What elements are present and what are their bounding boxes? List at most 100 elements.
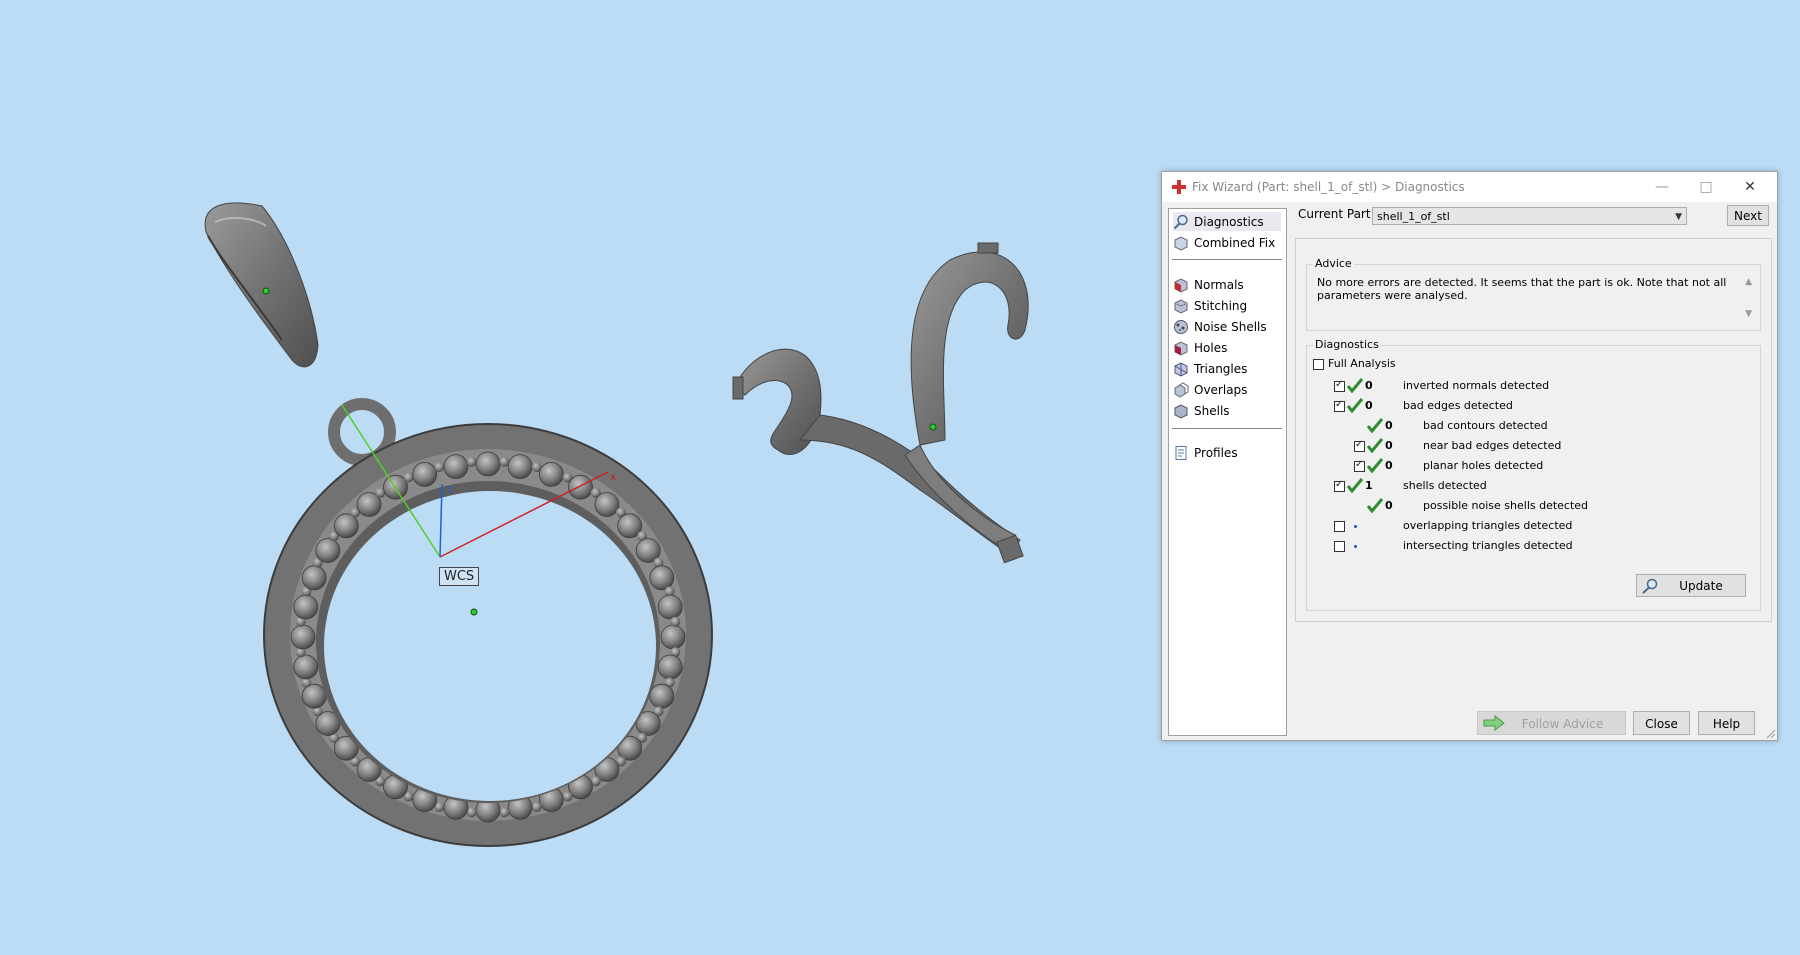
pivot-point-icon [929,423,937,431]
row-label: possible noise shells detected [1423,499,1589,512]
row-checkbox[interactable] [1334,541,1345,552]
row-checkbox[interactable] [1334,399,1345,412]
nav-separator [1172,259,1282,260]
advice-title: Advice [1313,257,1354,270]
nav-label: Diagnostics [1194,214,1264,229]
minimize-button[interactable]: — [1640,174,1684,200]
help-button[interactable]: Help [1698,711,1755,735]
ring-small-bead [403,472,414,483]
stitching-icon [1174,298,1188,314]
row-label: shells detected [1403,479,1487,492]
row-checkbox[interactable] [1334,479,1345,492]
green-check-icon [1347,398,1363,413]
scroll-up-icon[interactable]: ▲ [1745,277,1752,287]
ring-bead [443,454,469,480]
nav-item-triangles[interactable]: Triangles [1173,359,1281,378]
row-checkbox[interactable] [1334,521,1345,532]
row-count: 0 [1385,419,1393,432]
ring-bead [649,565,675,591]
ring-bead [293,594,319,620]
full-analysis-label: Full Analysis [1328,357,1396,370]
ring-small-bead [531,802,542,812]
nav-label: Overlaps [1194,382,1248,397]
nav-item-normals[interactable]: Normals [1173,275,1281,294]
diagnostics-panel: Advice No more errors are detected. It s… [1295,238,1772,622]
scroll-down-icon[interactable]: ▼ [1745,309,1752,319]
nav-item-shells[interactable]: Shells [1173,401,1281,420]
close-button[interactable]: Close [1633,711,1690,735]
nav-label: Normals [1194,277,1244,292]
chevron-down-icon: ▼ [1675,212,1682,222]
resize-grip-icon[interactable] [1766,729,1776,739]
row-count: 0 [1385,439,1393,452]
row-label: bad edges detected [1403,399,1513,412]
nav-separator [1172,428,1282,429]
next-button[interactable]: Next [1727,205,1769,226]
nav-item-noise-shells[interactable]: Noise Shells [1173,317,1281,336]
row-label: bad contours detected [1423,419,1548,432]
shells-icon [1174,403,1188,419]
nav-item-stitching[interactable]: Stitching [1173,296,1281,315]
axis-z-label: z [447,484,452,495]
nav-label: Holes [1194,340,1228,355]
row-checkbox[interactable] [1334,379,1345,392]
ring-bead [412,461,438,487]
update-label: Update [1679,579,1723,593]
ring-bead [293,654,319,680]
ring-small-bead [670,616,681,627]
overlaps-icon [1174,381,1189,398]
nav-item-profiles[interactable]: Profiles [1173,443,1281,462]
ring-bead [657,654,683,680]
row-label: inverted normals detected [1403,379,1550,392]
current-part-label: Current Part: [1298,207,1375,221]
not-run-dot-icon [1354,525,1357,528]
advice-group: Advice No more errors are detected. It s… [1306,257,1761,331]
normals-icon [1174,277,1188,293]
bail-part[interactable] [204,202,319,368]
arrow-right-icon [1483,715,1505,731]
current-part-select[interactable]: shell_1_of_stl ▼ [1372,207,1687,225]
ring-pendant-part[interactable] [263,398,713,847]
fix-wizard-dialog: Fix Wizard (Part: shell_1_of_stl) > Diag… [1161,171,1778,741]
ring-small-bead [562,791,573,802]
ring-bead [594,492,620,517]
ring-bead [660,624,686,650]
row-count: 0 [1365,379,1373,392]
update-button[interactable]: Update [1636,574,1746,597]
nav-item-holes[interactable]: Holes [1173,338,1281,357]
ring-bead [301,683,327,709]
nav-item-overlaps[interactable]: Overlaps [1173,380,1281,399]
hook-part[interactable] [732,242,1029,564]
nav-label: Shells [1194,403,1230,418]
ring-bead [315,538,341,563]
magnifier-icon [1173,214,1188,229]
ring-small-bead [466,456,477,467]
ring-bead [568,474,593,500]
close-window-button[interactable]: ✕ [1728,174,1772,200]
triangles-icon [1174,361,1188,377]
not-run-dot-icon [1354,545,1357,548]
diagnostics-title: Diagnostics [1313,338,1381,351]
nav-label: Triangles [1194,361,1248,376]
follow-advice-button[interactable]: Follow Advice [1477,711,1626,735]
noise-shells-icon [1174,319,1188,334]
nav-item-diagnostics[interactable]: Diagnostics [1173,212,1281,231]
ring-small-bead [499,807,510,818]
combined-fix-icon [1174,235,1188,251]
row-checkbox[interactable] [1354,439,1365,452]
ring-bead [657,594,683,620]
axis-x-label: x [610,472,616,483]
profiles-icon [1175,445,1187,460]
full-analysis-checkbox[interactable] [1313,359,1324,370]
title-bar[interactable]: Fix Wizard (Part: shell_1_of_stl) > Diag… [1162,172,1777,202]
pivot-point-icon [470,608,478,616]
nav-label: Stitching [1194,298,1248,313]
holes-icon [1174,340,1188,356]
maximize-button[interactable]: □ [1684,174,1728,200]
row-checkbox[interactable] [1354,459,1365,472]
ring-bead [301,565,327,591]
diagnostics-group: Diagnostics Full Analysis 0 inverted norm… [1306,338,1761,611]
nav-item-combined-fix[interactable]: Combined Fix [1173,233,1281,252]
row-count: 1 [1365,479,1373,492]
nav-label: Noise Shells [1194,319,1267,334]
